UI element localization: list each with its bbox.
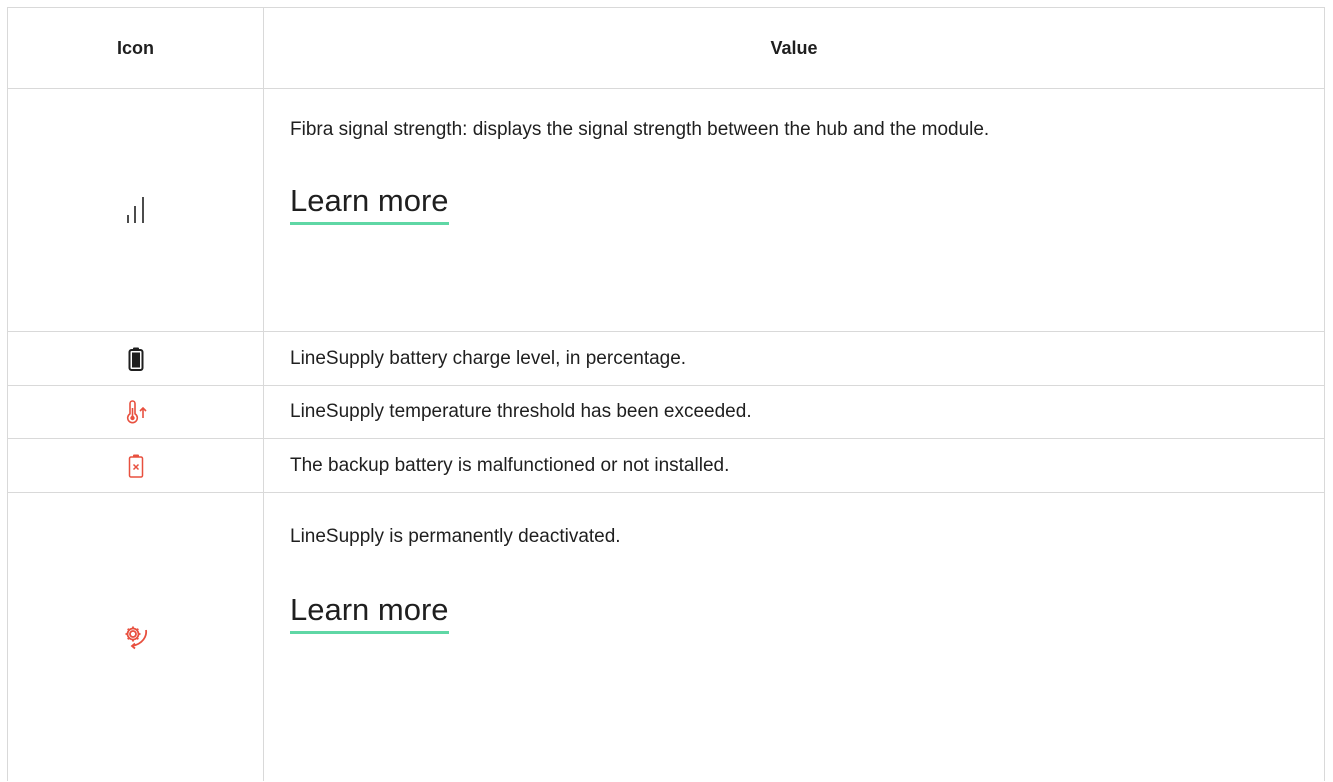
icon-cell	[8, 386, 264, 438]
deactivated-gear-icon	[125, 626, 147, 650]
icon-cell	[8, 493, 264, 781]
table-row: LineSupply temperature threshold has bee…	[8, 386, 1324, 439]
table-row: LineSupply is permanently deactivated. L…	[8, 493, 1324, 781]
icon-cell	[8, 439, 264, 492]
table-row: Fibra signal strength: displays the sign…	[8, 89, 1324, 332]
value-cell: LineSupply temperature threshold has bee…	[264, 386, 1324, 438]
value-cell: LineSupply battery charge level, in perc…	[264, 332, 1324, 385]
signal-strength-icon	[126, 197, 144, 223]
value-cell: The backup battery is malfunctioned or n…	[264, 439, 1324, 492]
header-icon-column: Icon	[8, 8, 264, 88]
battery-icon	[128, 347, 143, 371]
table-row: LineSupply battery charge level, in perc…	[8, 332, 1324, 386]
status-icons-table: Icon Value Fibra signal strength: displa…	[7, 7, 1325, 781]
header-value-column: Value	[770, 37, 818, 58]
learn-more-link[interactable]: Learn more	[290, 591, 449, 634]
value-cell: Fibra signal strength: displays the sign…	[264, 89, 1324, 331]
row-description: Fibra signal strength: displays the sign…	[290, 119, 990, 140]
temperature-high-icon	[126, 400, 147, 424]
battery-error-icon	[128, 454, 143, 478]
row-description: LineSupply is permanently deactivated.	[290, 526, 621, 547]
table-row: The backup battery is malfunctioned or n…	[8, 439, 1324, 493]
value-cell: LineSupply is permanently deactivated. L…	[264, 493, 1324, 781]
table-header-row: Icon Value	[8, 8, 1324, 89]
icon-cell	[8, 89, 264, 331]
row-description: The backup battery is malfunctioned or n…	[290, 454, 730, 476]
icon-cell	[8, 332, 264, 385]
row-description: LineSupply battery charge level, in perc…	[290, 347, 687, 369]
learn-more-link[interactable]: Learn more	[290, 182, 449, 225]
row-description: LineSupply temperature threshold has bee…	[290, 401, 752, 422]
